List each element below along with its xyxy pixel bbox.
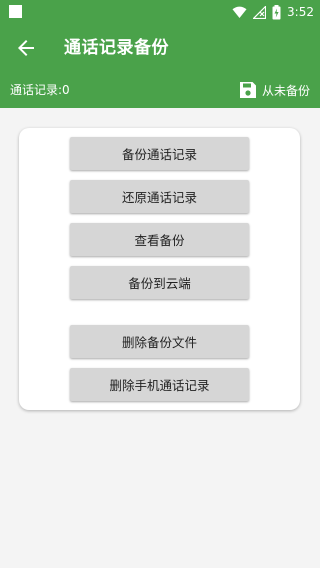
backup-status-label: 从未备份 <box>261 83 310 98</box>
call-count-label: 通话记录:0 <box>10 83 70 97</box>
restore-call-log-button[interactable]: 还原通话记录 <box>70 180 249 213</box>
delete-backup-files-button[interactable]: 删除备份文件 <box>70 325 249 358</box>
floppy-disk-icon <box>239 82 256 98</box>
wifi-icon <box>232 6 247 18</box>
delete-phone-call-log-button[interactable]: 删除手机通话记录 <box>70 368 249 401</box>
status-bar: 3:52 <box>0 0 320 24</box>
backup-status: 从未备份 <box>239 79 310 101</box>
app-bar: 通话记录备份 <box>0 24 320 72</box>
view-backups-button[interactable]: 查看备份 <box>70 223 249 256</box>
page-title: 通话记录备份 <box>64 38 169 58</box>
battery-charging-icon <box>272 4 281 19</box>
notification-square-icon <box>9 5 22 18</box>
backup-to-cloud-button[interactable]: 备份到云端 <box>70 266 249 299</box>
arrow-left-icon[interactable] <box>14 36 38 60</box>
info-bar: 通话记录:0 从未备份 <box>0 72 320 108</box>
backup-call-log-button[interactable]: 备份通话记录 <box>70 137 249 170</box>
status-time: 3:52 <box>287 5 314 19</box>
status-icons: 3:52 <box>232 3 314 21</box>
actions-card: 备份通话记录 还原通话记录 查看备份 备份到云端 删除备份文件 删除手机通话记录 <box>19 128 300 410</box>
signal-icon <box>253 5 267 19</box>
